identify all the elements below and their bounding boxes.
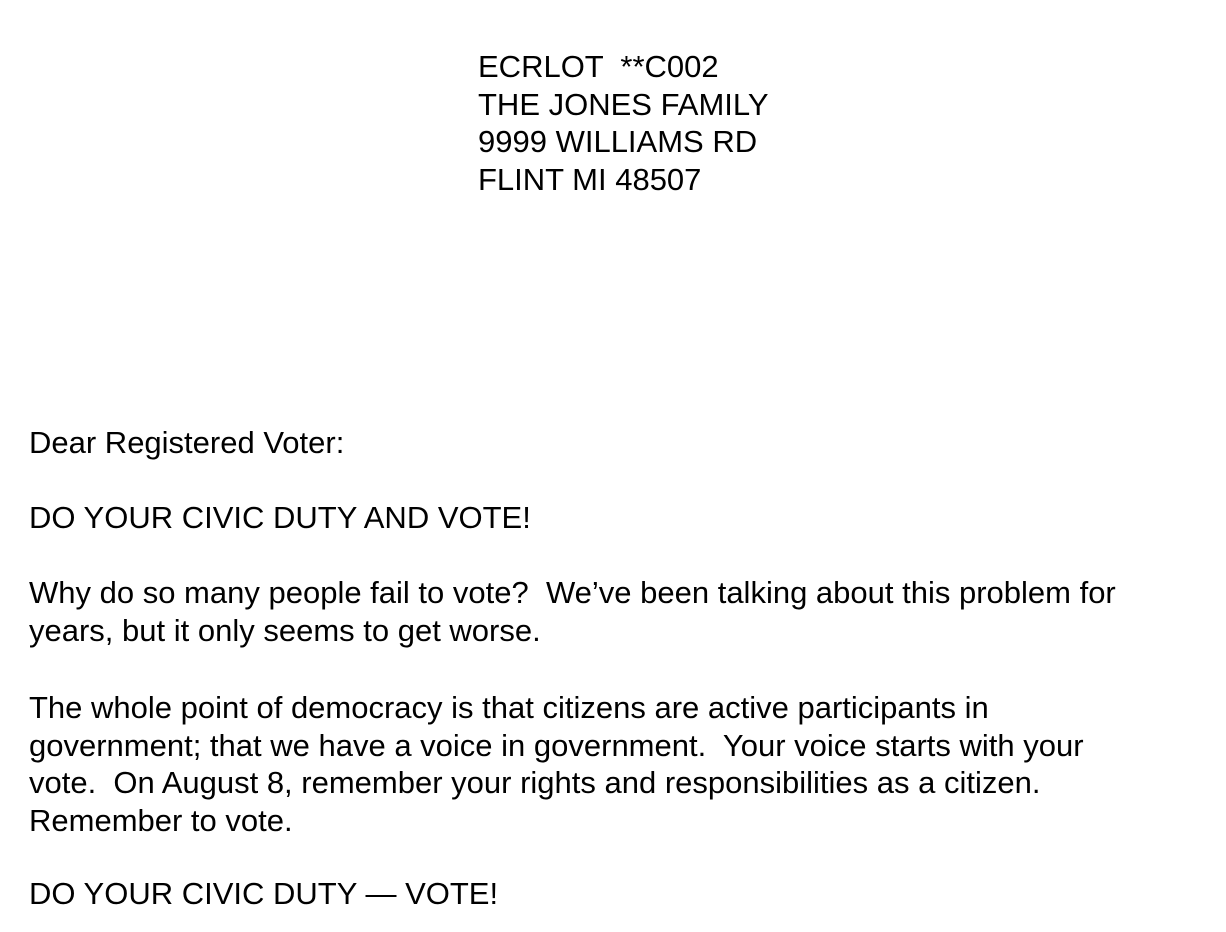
address-city-state-zip: FLINT MI 48507 [478,161,702,197]
letter-page: ECRLOT **C002 THE JONES FAMILY 9999 WILL… [0,0,1226,932]
letter-salutation: Dear Registered Voter: [29,424,1219,462]
letter-closing: DO YOUR CIVIC DUTY — VOTE! [29,875,1219,913]
address-street: 9999 WILLIAMS RD [478,124,758,159]
address-recipient-name: THE JONES FAMILY [478,86,769,122]
letter-paragraph-1: Why do so many people fail to vote? We’v… [29,574,1219,649]
salutation-text: Dear Registered Voter: [29,425,345,460]
paragraph-line: Remember to vote. [29,802,293,838]
headline-text: DO YOUR CIVIC DUTY AND VOTE! [29,500,531,535]
mailing-address-block: ECRLOT **C002 THE JONES FAMILY 9999 WILL… [478,48,1178,198]
paragraph-line: government; that we have a voice in gove… [29,727,1084,763]
address-carrier-route: ECRLOT **C002 [478,49,719,84]
paragraph-line: vote. On August 8, remember your rights … [29,765,1041,800]
letter-headline: DO YOUR CIVIC DUTY AND VOTE! [29,499,1219,537]
closing-text: DO YOUR CIVIC DUTY — VOTE! [29,876,499,911]
paragraph-line: The whole point of democracy is that cit… [29,690,989,725]
paragraph-line: Why do so many people fail to vote? We’v… [29,575,1116,610]
paragraph-line: years, but it only seems to get worse. [29,612,541,648]
letter-paragraph-2: The whole point of democracy is that cit… [29,689,1219,839]
